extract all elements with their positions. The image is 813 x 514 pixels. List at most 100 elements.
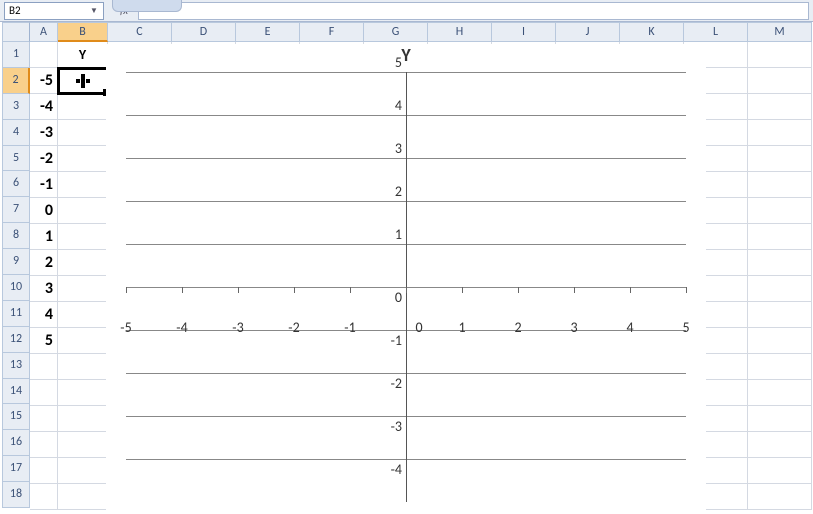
row-header-11[interactable]: 11 xyxy=(2,301,30,327)
row-header-18[interactable]: 18 xyxy=(2,482,30,508)
cell-a5[interactable]: -2 xyxy=(30,146,58,172)
row-header-9[interactable]: 9 xyxy=(2,249,30,275)
cell-a12[interactable]: 5 xyxy=(30,328,58,354)
cell-b17[interactable] xyxy=(58,458,108,484)
row-header-13[interactable]: 13 xyxy=(2,353,30,379)
cell-b9[interactable] xyxy=(58,250,108,276)
cell-m6[interactable] xyxy=(748,172,812,198)
row-header-14[interactable]: 14 xyxy=(2,379,30,405)
row-header-7[interactable]: 7 xyxy=(2,197,30,223)
cell-b3[interactable] xyxy=(58,94,108,120)
chart-x-tick xyxy=(686,287,687,293)
cell-a3[interactable]: -4 xyxy=(30,94,58,120)
cell-a4[interactable]: -3 xyxy=(30,120,58,146)
cell-b1[interactable]: Y xyxy=(58,42,108,68)
cell-b18[interactable] xyxy=(58,484,108,510)
cell-a8[interactable]: 1 xyxy=(30,224,58,250)
column-header-e[interactable]: E xyxy=(236,22,300,42)
cell-b14[interactable] xyxy=(58,380,108,406)
name-box[interactable]: B2 ▼ xyxy=(4,2,104,20)
row-header-5[interactable]: 5 xyxy=(2,146,30,172)
cell-m7[interactable] xyxy=(748,198,812,224)
cell-a1[interactable] xyxy=(30,42,58,68)
cell-m9[interactable] xyxy=(748,250,812,276)
column-header-b[interactable]: B xyxy=(58,22,108,42)
column-header-k[interactable]: K xyxy=(620,22,684,42)
row-header-3[interactable]: 3 xyxy=(2,94,30,120)
column-header-d[interactable]: D xyxy=(172,22,236,42)
row-header-4[interactable]: 4 xyxy=(2,120,30,146)
cell-b4[interactable] xyxy=(58,120,108,146)
cell-a2[interactable]: -5 xyxy=(30,68,58,94)
chart-title[interactable]: Y xyxy=(106,44,706,66)
cell-a9[interactable]: 2 xyxy=(30,250,58,276)
column-header-f[interactable]: F xyxy=(300,22,364,42)
chart-plot-area[interactable]: 543210-1-2-3-4-5-4-3-2-1012345 xyxy=(126,72,686,502)
column-header-l[interactable]: L xyxy=(684,22,748,42)
cell-b8[interactable] xyxy=(58,224,108,250)
cell-m14[interactable] xyxy=(748,380,812,406)
cell-b11[interactable] xyxy=(58,302,108,328)
column-header-a[interactable]: A xyxy=(30,22,58,42)
cell-m17[interactable] xyxy=(748,458,812,484)
chart-x-tick-label: -3 xyxy=(228,319,248,336)
cell-m5[interactable] xyxy=(748,146,812,172)
formula-bar-expand-tab[interactable] xyxy=(112,0,182,12)
formula-bar-input[interactable] xyxy=(138,2,809,20)
column-header-h[interactable]: H xyxy=(428,22,492,42)
cell-m4[interactable] xyxy=(748,120,812,146)
cell-a6[interactable]: -1 xyxy=(30,172,58,198)
chart-x-tick xyxy=(406,287,407,293)
cell-a11[interactable]: 4 xyxy=(30,302,58,328)
cell-m3[interactable] xyxy=(748,94,812,120)
cell-b12[interactable] xyxy=(58,328,108,354)
row-header-16[interactable]: 16 xyxy=(2,430,30,456)
cell-m12[interactable] xyxy=(748,328,812,354)
chart-object[interactable]: Y 543210-1-2-3-4-5-4-3-2-1012345 xyxy=(106,44,706,514)
row-header-10[interactable]: 10 xyxy=(2,275,30,301)
cell-b2[interactable] xyxy=(58,68,108,94)
row-header-1[interactable]: 1 xyxy=(2,42,30,68)
cell-b10[interactable] xyxy=(58,276,108,302)
cell-a14[interactable] xyxy=(30,380,58,406)
column-header-j[interactable]: J xyxy=(556,22,620,42)
cell-a10[interactable]: 3 xyxy=(30,276,58,302)
cell-m18[interactable] xyxy=(748,484,812,510)
cell-m13[interactable] xyxy=(748,354,812,380)
cell-a16[interactable] xyxy=(30,432,58,458)
name-box-dropdown-icon[interactable]: ▼ xyxy=(89,6,99,16)
chart-y-tick-label: -2 xyxy=(380,375,402,392)
row-header-2[interactable]: 2 xyxy=(2,68,30,94)
row-header-8[interactable]: 8 xyxy=(2,223,30,249)
cell-b16[interactable] xyxy=(58,432,108,458)
column-header-i[interactable]: I xyxy=(492,22,556,42)
cell-a18[interactable] xyxy=(30,484,58,510)
cell-m2[interactable] xyxy=(748,68,812,94)
column-header-c[interactable]: C xyxy=(108,22,172,42)
chart-y-tick-label: 5 xyxy=(380,54,402,71)
select-all-corner[interactable] xyxy=(2,22,30,42)
cell-m10[interactable] xyxy=(748,276,812,302)
cell-b5[interactable] xyxy=(58,146,108,172)
chart-x-tick-label: -2 xyxy=(284,319,304,336)
cell-m16[interactable] xyxy=(748,432,812,458)
cell-m11[interactable] xyxy=(748,302,812,328)
cell-m15[interactable] xyxy=(748,406,812,432)
cell-b6[interactable] xyxy=(58,172,108,198)
cell-b15[interactable] xyxy=(58,406,108,432)
row-header-12[interactable]: 12 xyxy=(2,327,30,353)
cell-a13[interactable] xyxy=(30,354,58,380)
row-header-17[interactable]: 17 xyxy=(2,456,30,482)
name-box-value: B2 xyxy=(9,4,89,17)
cell-a17[interactable] xyxy=(30,458,58,484)
row-header-15[interactable]: 15 xyxy=(2,404,30,430)
cell-a7[interactable]: 0 xyxy=(30,198,58,224)
column-header-g[interactable]: G xyxy=(364,22,428,42)
cell-a15[interactable] xyxy=(30,406,58,432)
row-header-6[interactable]: 6 xyxy=(2,171,30,197)
cell-m8[interactable] xyxy=(748,224,812,250)
cell-b13[interactable] xyxy=(58,354,108,380)
cell-m1[interactable] xyxy=(748,42,812,68)
cell-b7[interactable] xyxy=(58,198,108,224)
column-header-m[interactable]: M xyxy=(748,22,812,42)
